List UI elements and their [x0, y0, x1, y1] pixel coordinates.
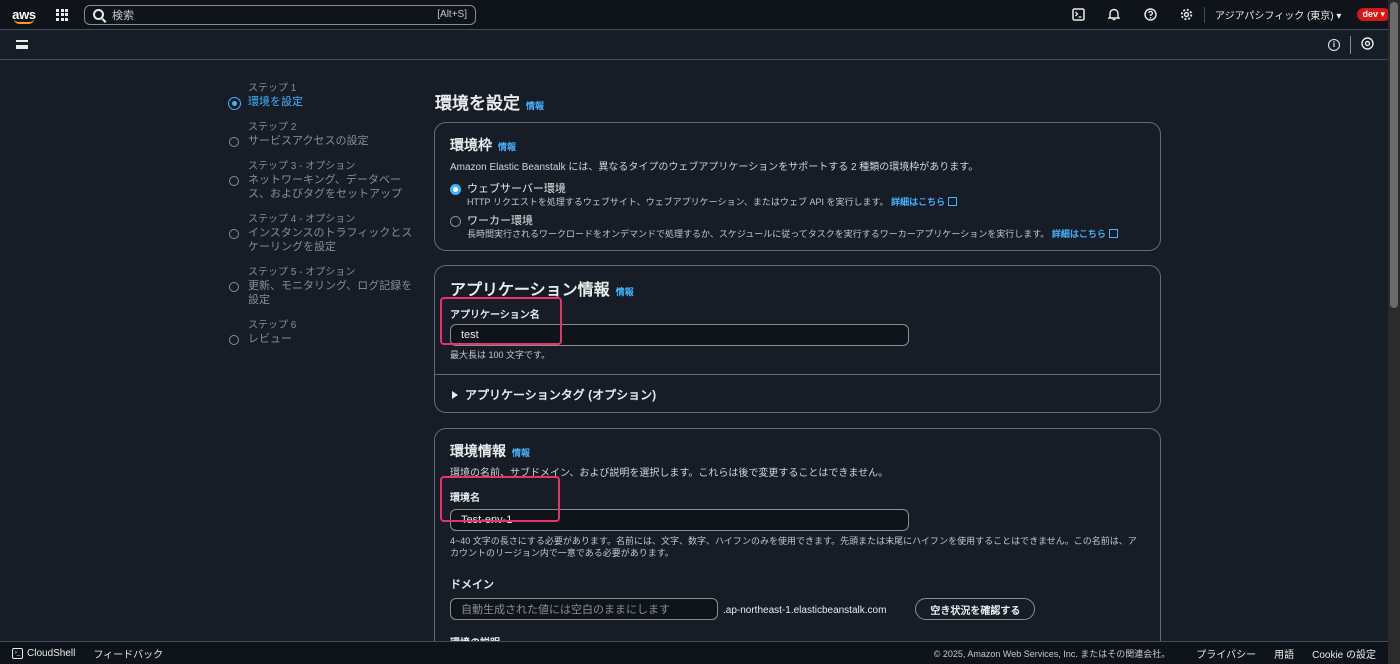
feedback-link[interactable]: フィードバック	[93, 646, 163, 661]
check-availability-button[interactable]: 空き状況を確認する	[915, 598, 1036, 620]
search-placeholder: 検索	[112, 9, 134, 22]
worker-radio[interactable]	[450, 216, 461, 227]
step-number: ステップ 1	[248, 83, 297, 94]
step-title: インスタンスのトラフィックとスケーリングを設定	[248, 227, 413, 253]
top-navigation: aws 検索 [Alt+S] アジアパシフィック (東京) ▾ dev ▾	[0, 0, 1400, 30]
application-tags-label: アプリケーションタグ (オプション)	[465, 388, 657, 402]
info-link[interactable]: 情報	[616, 285, 634, 298]
step-title: サービスアクセスの設定	[248, 135, 369, 147]
step-1[interactable]: ステップ 1 環境を設定	[226, 82, 416, 110]
caret-right-icon	[452, 390, 458, 399]
step-2[interactable]: ステップ 2 サービスアクセスの設定	[226, 121, 416, 148]
external-link-icon	[948, 197, 958, 206]
console-footer: ›_ CloudShell フィードバック © 2025, Amazon Web…	[0, 641, 1388, 664]
web-server-radio[interactable]	[450, 184, 461, 195]
account-label: dev	[1362, 9, 1378, 19]
option-description: 長時間実行されるワークロードをオンデマンドで処理するか、スケジュールに従ってタス…	[467, 228, 1118, 240]
privacy-link[interactable]: プライバシー	[1196, 646, 1256, 661]
option-description: HTTP リクエストを処理するウェブサイト、ウェブアプリケーション、またはウェブ…	[467, 196, 958, 208]
step-indicator-icon	[229, 176, 239, 186]
environment-tier-description: Amazon Elastic Beanstalk には、異なるタイプのウェブアプ…	[450, 162, 979, 173]
step-6[interactable]: ステップ 6 レビュー	[226, 319, 416, 346]
info-link[interactable]: 情報	[498, 140, 516, 153]
cloudshell-icon[interactable]	[1060, 0, 1096, 30]
step-indicator-icon	[229, 137, 239, 147]
aws-logo[interactable]: aws	[0, 0, 48, 30]
step-number: ステップ 4 - オプション	[248, 214, 356, 225]
web-server-environment-option[interactable]: ウェブサーバー環境 HTTP リクエストを処理するウェブサイト、ウェブアプリケー…	[450, 182, 1145, 208]
help-icon[interactable]	[1132, 0, 1168, 30]
option-description-text: 長時間実行されるワークロードをオンデマンドで処理するか、スケジュールに従ってタス…	[467, 229, 1050, 239]
domain-input[interactable]: 自動生成された値には空白のままにします	[450, 598, 718, 620]
step-indicator-icon	[228, 97, 241, 110]
cloudshell-label: CloudShell	[27, 647, 76, 659]
services-grid-icon[interactable]	[48, 0, 76, 30]
console-subbar: i	[0, 30, 1388, 60]
menu-icon[interactable]	[0, 40, 44, 49]
cloudshell-icon: ›_	[12, 647, 23, 659]
step-5[interactable]: ステップ 5 - オプション 更新、モニタリング、ログ記録を設定	[226, 266, 416, 307]
terms-link[interactable]: 用語	[1274, 646, 1294, 661]
step-number: ステップ 3 - オプション	[248, 161, 356, 172]
page-title-text: 環境を設定	[435, 94, 520, 113]
region-label: アジアパシフィック (東京)	[1215, 11, 1334, 22]
bell-icon[interactable]	[1096, 0, 1132, 30]
environment-tier-title: 環境枠	[450, 137, 492, 153]
domain-suffix: .ap-northeast-1.elasticbeanstalk.com	[723, 605, 887, 616]
step-number: ステップ 5 - オプション	[248, 267, 356, 278]
search-input[interactable]: 検索 [Alt+S]	[84, 4, 476, 25]
domain-label: ドメイン	[450, 579, 494, 591]
gear-icon[interactable]	[1168, 0, 1204, 30]
environment-info-panel: 環境情報 情報 環境の名前、サブドメイン、および説明を選択します。これらは後で変…	[434, 428, 1161, 664]
highlight-box-application-name	[440, 297, 562, 345]
search-shortcut: [Alt+S]	[437, 9, 467, 20]
info-link[interactable]: 情報	[526, 99, 544, 112]
copyright-text: © 2025, Amazon Web Services, Inc. またはその関…	[933, 648, 1171, 659]
step-title: ネットワーキング、データベース、およびタグをセットアップ	[248, 174, 402, 200]
cloudshell-button[interactable]: ›_ CloudShell	[12, 647, 76, 659]
scrollbar-thumb[interactable]	[1390, 2, 1398, 308]
step-title: 環境を設定	[248, 96, 303, 108]
highlight-box-environment-name	[440, 476, 560, 522]
region-selector[interactable]: アジアパシフィック (東京) ▾	[1205, 7, 1351, 22]
environment-name-hint: 4~40 文字の長さにする必要があります。名前には、文字、数字、ハイフンのみを使…	[450, 536, 1137, 558]
application-tags-expander[interactable]: アプリケーションタグ (オプション)	[452, 386, 656, 403]
search-icon	[93, 9, 104, 20]
environment-tier-panel: 環境枠 情報 Amazon Elastic Beanstalk には、異なるタイ…	[434, 122, 1161, 251]
option-label: ワーカー環境	[467, 215, 533, 227]
step-indicator-icon	[229, 335, 239, 345]
step-indicator-icon	[229, 282, 239, 292]
step-number: ステップ 6	[248, 320, 297, 331]
scrollbar[interactable]	[1388, 0, 1400, 664]
page-title: 環境を設定 情報	[435, 89, 544, 114]
learn-more-link[interactable]: 詳細はこちら	[1052, 229, 1106, 239]
wizard-steps: ステップ 1 環境を設定 ステップ 2 サービスアクセスの設定 ステップ 3 -…	[226, 82, 416, 358]
step-indicator-icon	[229, 229, 239, 239]
step-4[interactable]: ステップ 4 - オプション インスタンスのトラフィックとスケーリングを設定	[226, 213, 416, 254]
learn-more-link[interactable]: 詳細はこちら	[891, 197, 945, 207]
option-label: ウェブサーバー環境	[467, 183, 566, 195]
domain-placeholder: 自動生成された値には空白のままにします	[461, 604, 670, 616]
step-number: ステップ 2	[248, 122, 297, 133]
environment-info-title: 環境情報	[450, 443, 506, 459]
step-3[interactable]: ステップ 3 - オプション ネットワーキング、データベース、およびタグをセット…	[226, 160, 416, 201]
worker-environment-option[interactable]: ワーカー環境 長時間実行されるワークロードをオンデマンドで処理するか、スケジュー…	[450, 214, 1145, 240]
step-title: レビュー	[248, 333, 292, 345]
environment-info-heading: 環境情報 情報	[450, 441, 1145, 461]
settings-icon[interactable]	[1361, 36, 1374, 53]
cookie-settings-link[interactable]: Cookie の設定	[1312, 646, 1376, 661]
info-link[interactable]: 情報	[512, 446, 530, 459]
environment-tier-heading: 環境枠 情報	[450, 135, 1145, 155]
external-link-icon	[1108, 229, 1118, 238]
info-icon[interactable]: i	[1328, 38, 1340, 51]
option-description-text: HTTP リクエストを処理するウェブサイト、ウェブアプリケーション、またはウェブ…	[467, 197, 889, 207]
application-name-hint: 最大長は 100 文字です。	[450, 350, 551, 360]
account-menu[interactable]: dev ▾	[1357, 8, 1390, 21]
step-title: 更新、モニタリング、ログ記録を設定	[248, 280, 413, 306]
